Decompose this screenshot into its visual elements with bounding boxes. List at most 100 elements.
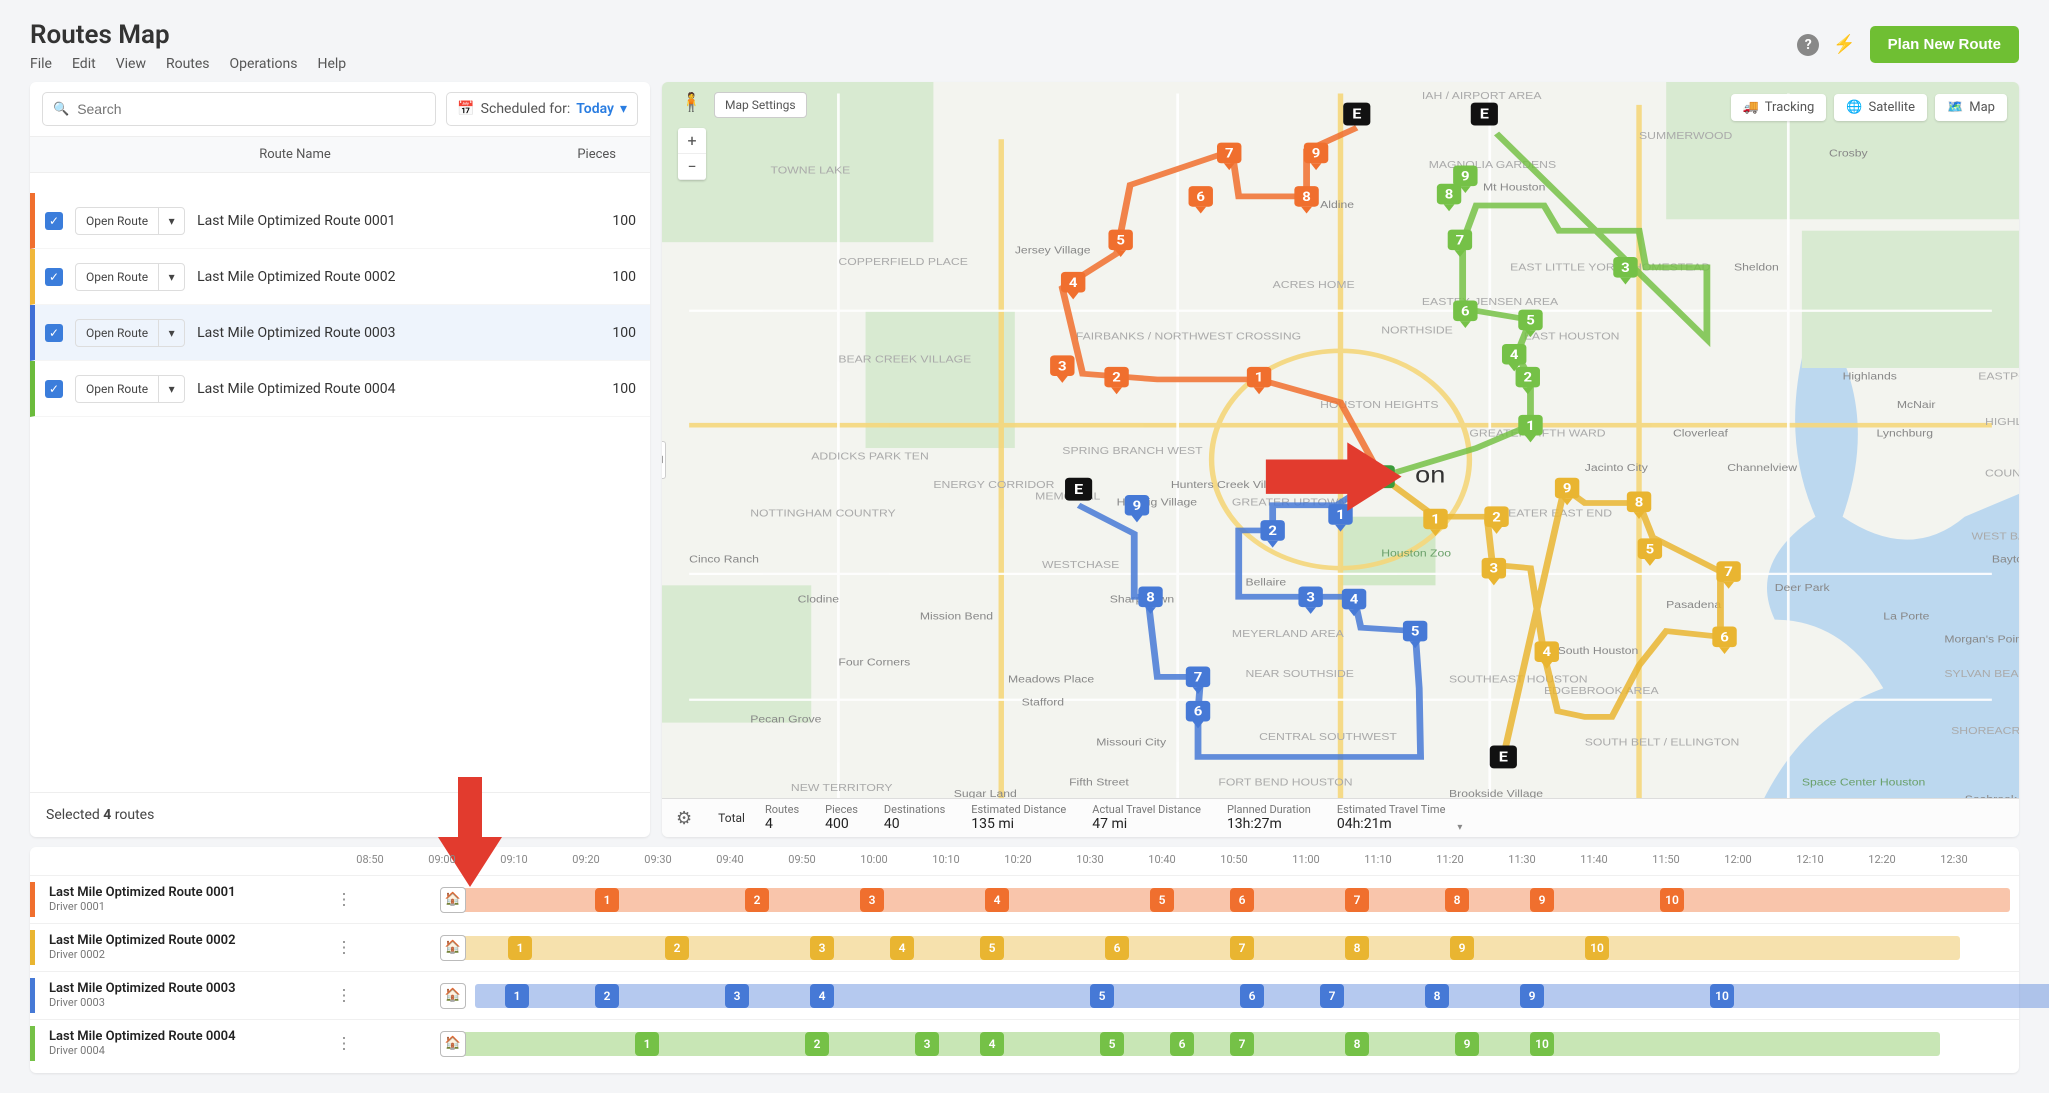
timeline-stop[interactable]: 4 [980,1032,1004,1056]
timeline-stop[interactable]: 3 [915,1032,939,1056]
timeline-stop[interactable]: 7 [1320,984,1344,1008]
chevron-down-icon[interactable]: ▾ [158,208,184,234]
menu-edit[interactable]: Edit [72,56,96,72]
timeline-stop[interactable]: 6 [1240,984,1264,1008]
chevron-down-icon[interactable]: ▾ [1457,822,1462,833]
route-checkbox[interactable]: ✓ [45,324,63,342]
timeline-stop[interactable]: 8 [1345,1032,1369,1056]
timeline-stop[interactable]: 6 [1230,888,1254,912]
timeline-stop[interactable]: 7 [1230,1032,1254,1056]
timeline-stop[interactable]: 2 [595,984,619,1008]
open-route-button[interactable]: Open Route▾ [75,319,185,347]
timeline-stop[interactable]: 9 [1455,1032,1479,1056]
timeline-stop[interactable]: 5 [1090,984,1114,1008]
timeline-stop[interactable]: 5 [980,936,1004,960]
timeline-stop[interactable]: 9 [1520,984,1544,1008]
bolt-icon[interactable]: ⚡ [1833,34,1855,55]
timeline-stop[interactable]: 2 [745,888,769,912]
timeline-stop[interactable]: 4 [890,936,914,960]
timeline-stop[interactable]: 2 [665,936,689,960]
search-input-wrap[interactable]: 🔍 [42,92,436,126]
timeline-stop[interactable]: 9 [1450,936,1474,960]
timeline-track[interactable]: 🏠 1 2 3 4 5 6 7 8 9 10 [360,980,2019,1012]
route-row[interactable]: ✓Open Route▾Last Mile Optimized Route 00… [30,249,650,305]
chevron-down-icon[interactable]: ▾ [158,264,184,290]
scheduled-filter[interactable]: 📅 Scheduled for: Today ▾ [446,92,638,126]
map-panel[interactable]: TOWNE LAKECOPPERFIELD PLACEBEAR CREEK VI… [662,82,2019,837]
chevron-down-icon[interactable]: ▾ [158,376,184,402]
open-route-button[interactable]: Open Route▾ [75,375,185,403]
home-icon[interactable]: 🏠 [440,1031,466,1057]
timeline-track[interactable]: 🏠 1 2 3 4 5 6 7 8 9 10 [360,1028,2019,1060]
satellite-toggle[interactable]: 🌐Satellite [1834,94,1927,121]
timeline-stop[interactable]: 10 [1710,984,1734,1008]
kebab-icon[interactable]: ⋮ [336,986,352,1005]
map-settings-button[interactable]: Map Settings [714,92,807,118]
zoom-out-button[interactable]: − [678,154,706,180]
timeline-stop[interactable]: 10 [1585,936,1609,960]
panel-collapse-handle[interactable]: ◀ [662,441,666,479]
timeline-stop[interactable]: 10 [1660,888,1684,912]
timeline-stop[interactable]: 2 [805,1032,829,1056]
timeline-stop[interactable]: 10 [1530,1032,1554,1056]
menu-file[interactable]: File [30,56,52,72]
route-row[interactable]: ✓Open Route▾Last Mile Optimized Route 00… [30,361,650,417]
timeline-stop[interactable]: 1 [595,888,619,912]
timeline-stop[interactable]: 8 [1425,984,1449,1008]
timeline-stop[interactable]: 4 [985,888,1009,912]
timeline-stop[interactable]: 1 [508,936,532,960]
gear-icon[interactable]: ⚙ [676,808,692,829]
route-row[interactable]: ✓Open Route▾Last Mile Optimized Route 00… [30,305,650,361]
search-input[interactable] [77,101,425,117]
timeline-stop[interactable]: 1 [635,1032,659,1056]
home-icon[interactable]: 🏠 [440,935,466,961]
plan-new-route-button[interactable]: Plan New Route [1870,26,2019,63]
route-checkbox[interactable]: ✓ [45,212,63,230]
kebab-icon[interactable]: ⋮ [336,938,352,957]
open-route-button[interactable]: Open Route▾ [75,207,185,235]
kebab-icon[interactable]: ⋮ [336,890,352,909]
menu-help[interactable]: Help [317,56,346,72]
zoom-in-button[interactable]: + [678,128,706,154]
timeline-track[interactable]: 🏠 1 2 3 4 5 6 7 8 9 10 [360,884,2019,916]
timeline-stop[interactable]: 3 [860,888,884,912]
timeline-stop[interactable]: 3 [810,936,834,960]
timeline-stop[interactable]: 5 [1100,1032,1124,1056]
help-icon[interactable]: ? [1797,34,1819,56]
route-checkbox[interactable]: ✓ [45,268,63,286]
kebab-icon[interactable]: ⋮ [336,1034,352,1053]
tracking-toggle[interactable]: 🚚Tracking [1731,94,1827,121]
timeline-stop[interactable]: 7 [1345,888,1369,912]
pegman-icon[interactable]: 🧍 [680,92,702,113]
timeline-stop[interactable]: 8 [1345,936,1369,960]
home-icon[interactable]: 🏠 [440,887,466,913]
menu-operations[interactable]: Operations [230,56,298,72]
timeline-row-label[interactable]: Last Mile Optimized Route 0001Driver 000… [30,882,360,918]
map-special-marker[interactable]: E [1471,103,1498,126]
route-checkbox[interactable]: ✓ [45,380,63,398]
map-special-marker[interactable]: E [1490,745,1517,768]
route-row[interactable]: ✓Open Route▾Last Mile Optimized Route 00… [30,193,650,249]
chevron-down-icon[interactable]: ▾ [158,320,184,346]
timeline-stop[interactable]: 6 [1105,936,1129,960]
timeline-stop[interactable]: 4 [810,984,834,1008]
timeline-stop[interactable]: 3 [725,984,749,1008]
timeline-row-label[interactable]: Last Mile Optimized Route 0002Driver 000… [30,930,360,966]
menu-view[interactable]: View [116,56,146,72]
map-special-marker[interactable]: E [1065,478,1092,501]
menu-routes[interactable]: Routes [166,56,210,72]
timeline-stop[interactable]: 7 [1230,936,1254,960]
map-toggle[interactable]: 🗺️Map [1935,94,2007,121]
timeline-stop[interactable]: 1 [505,984,529,1008]
map-special-marker[interactable]: E [1343,103,1370,126]
map-canvas[interactable]: TOWNE LAKECOPPERFIELD PLACEBEAR CREEK VI… [662,82,2019,837]
timeline-track[interactable]: 🏠 1 2 3 4 5 6 7 8 9 10 [360,932,2019,964]
timeline-row-label[interactable]: Last Mile Optimized Route 0003Driver 000… [30,978,360,1014]
timeline-stop[interactable]: 5 [1150,888,1174,912]
timeline-stop[interactable]: 6 [1170,1032,1194,1056]
timeline-stop[interactable]: 8 [1445,888,1469,912]
timeline-stop[interactable]: 9 [1530,888,1554,912]
home-icon[interactable]: 🏠 [440,983,466,1009]
open-route-button[interactable]: Open Route▾ [75,263,185,291]
timeline-row-label[interactable]: Last Mile Optimized Route 0004Driver 000… [30,1026,360,1062]
